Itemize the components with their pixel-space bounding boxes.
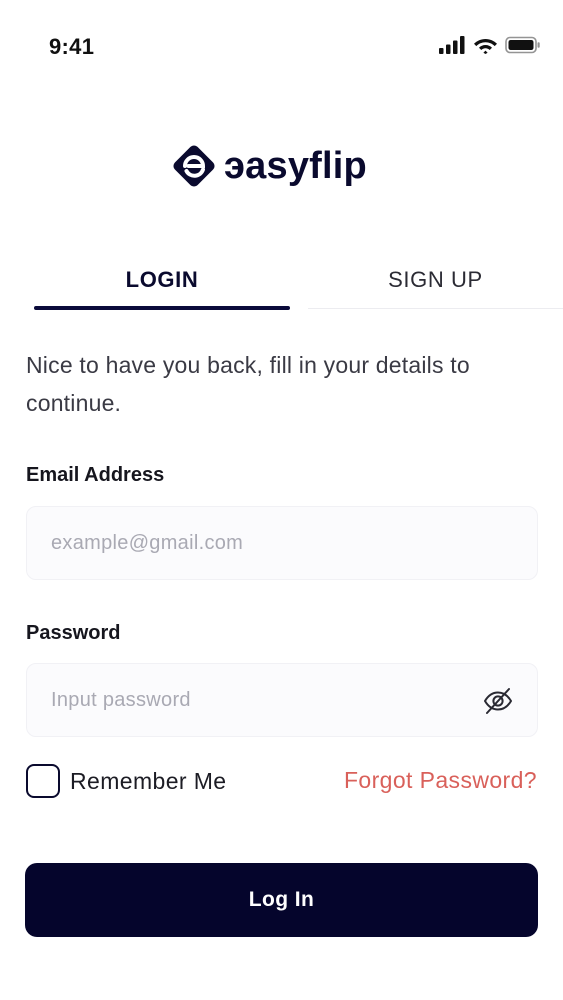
password-field-container	[26, 663, 538, 737]
password-field[interactable]	[27, 664, 537, 736]
forgot-password-link[interactable]: Forgot Password?	[344, 767, 537, 794]
status-icons	[439, 36, 541, 54]
auth-tabs: LOGIN SIGN UP	[0, 250, 563, 312]
easyflip-diamond-e-icon	[173, 145, 215, 187]
logo-wordmark: эasyflip	[224, 145, 367, 187]
tab-sign-up[interactable]: SIGN UP	[308, 250, 563, 310]
battery-icon	[505, 36, 540, 54]
remember-me-label: Remember Me	[70, 767, 227, 794]
wifi-icon	[474, 39, 497, 54]
tab-login[interactable]: LOGIN	[34, 250, 290, 310]
password-visibility-toggle[interactable]	[481, 684, 515, 718]
intro-text: Nice to have you back, fill in your deta…	[26, 352, 470, 416]
app-logo: эasyflip	[170, 140, 367, 192]
inactive-tab-divider	[308, 308, 563, 309]
log-in-button[interactable]: Log In	[25, 863, 538, 937]
active-tab-indicator	[34, 306, 290, 310]
cellular-signal-icon	[439, 36, 465, 54]
eye-off-icon	[484, 688, 512, 714]
email-field-container	[26, 506, 538, 580]
status-time: 9:41	[49, 34, 95, 59]
remember-me-option[interactable]: Remember Me	[26, 764, 227, 798]
login-screen: 9:41 эasyflip LOGIN SIGN UP Nice to have…	[0, 0, 563, 1000]
email-label: Email Address	[26, 464, 165, 486]
email-field[interactable]	[27, 507, 537, 579]
status-bar: 9:41	[0, 0, 563, 90]
password-label: Password	[26, 622, 121, 644]
remember-me-checkbox[interactable]	[26, 764, 60, 798]
